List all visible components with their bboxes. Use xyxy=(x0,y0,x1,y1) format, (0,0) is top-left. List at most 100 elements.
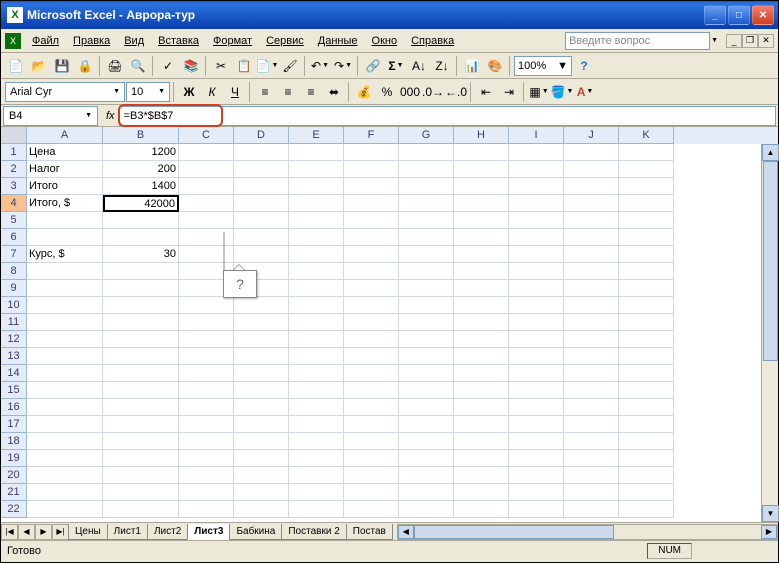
cell-H20[interactable] xyxy=(454,467,509,484)
menu-edit[interactable]: Правка xyxy=(66,32,117,50)
cell-J15[interactable] xyxy=(564,382,619,399)
cell-A5[interactable] xyxy=(27,212,103,229)
cell-H8[interactable] xyxy=(454,263,509,280)
cell-H1[interactable] xyxy=(454,144,509,161)
cell-E19[interactable] xyxy=(289,450,344,467)
cell-J5[interactable] xyxy=(564,212,619,229)
cell-C16[interactable] xyxy=(179,399,234,416)
cell-K16[interactable] xyxy=(619,399,674,416)
cell-I6[interactable] xyxy=(509,229,564,246)
cell-C4[interactable] xyxy=(179,195,234,212)
cell-D5[interactable] xyxy=(234,212,289,229)
col-header-K[interactable]: K xyxy=(619,127,674,144)
cell-E14[interactable] xyxy=(289,365,344,382)
row-header-20[interactable]: 20 xyxy=(1,467,27,484)
cell-K2[interactable] xyxy=(619,161,674,178)
cell-K13[interactable] xyxy=(619,348,674,365)
cell-H22[interactable] xyxy=(454,501,509,518)
row-header-3[interactable]: 3 xyxy=(1,178,27,195)
cell-A21[interactable] xyxy=(27,484,103,501)
cell-I14[interactable] xyxy=(509,365,564,382)
cell-F18[interactable] xyxy=(344,433,399,450)
cell-B2[interactable]: 200 xyxy=(103,161,179,178)
open-icon[interactable]: 📂 xyxy=(28,55,50,77)
cell-J19[interactable] xyxy=(564,450,619,467)
cell-I12[interactable] xyxy=(509,331,564,348)
row-header-6[interactable]: 6 xyxy=(1,229,27,246)
cell-J1[interactable] xyxy=(564,144,619,161)
cell-F10[interactable] xyxy=(344,297,399,314)
cell-A17[interactable] xyxy=(27,416,103,433)
cell-H18[interactable] xyxy=(454,433,509,450)
cell-H19[interactable] xyxy=(454,450,509,467)
drawing-icon[interactable]: 🎨 xyxy=(484,55,506,77)
cell-K8[interactable] xyxy=(619,263,674,280)
cell-E15[interactable] xyxy=(289,382,344,399)
cell-I4[interactable] xyxy=(509,195,564,212)
cell-E8[interactable] xyxy=(289,263,344,280)
doc-restore[interactable]: ❐ xyxy=(742,34,758,48)
cell-J22[interactable] xyxy=(564,501,619,518)
cell-F7[interactable] xyxy=(344,246,399,263)
help-search[interactable] xyxy=(565,32,710,50)
cell-J10[interactable] xyxy=(564,297,619,314)
cell-D20[interactable] xyxy=(234,467,289,484)
cell-B20[interactable] xyxy=(103,467,179,484)
cell-I22[interactable] xyxy=(509,501,564,518)
cell-D18[interactable] xyxy=(234,433,289,450)
cell-G20[interactable] xyxy=(399,467,454,484)
cell-A19[interactable] xyxy=(27,450,103,467)
cell-C10[interactable] xyxy=(179,297,234,314)
cell-F4[interactable] xyxy=(344,195,399,212)
cell-C11[interactable] xyxy=(179,314,234,331)
cell-I18[interactable] xyxy=(509,433,564,450)
cell-G17[interactable] xyxy=(399,416,454,433)
cell-I10[interactable] xyxy=(509,297,564,314)
cell-E3[interactable] xyxy=(289,178,344,195)
cell-D4[interactable] xyxy=(234,195,289,212)
col-header-E[interactable]: E xyxy=(289,127,344,144)
cell-B12[interactable] xyxy=(103,331,179,348)
cell-B14[interactable] xyxy=(103,365,179,382)
row-header-21[interactable]: 21 xyxy=(1,484,27,501)
cell-C15[interactable] xyxy=(179,382,234,399)
cell-H17[interactable] xyxy=(454,416,509,433)
cell-F3[interactable] xyxy=(344,178,399,195)
sheet-tab-Лист1[interactable]: Лист1 xyxy=(107,524,148,540)
chart-icon[interactable]: 📊 xyxy=(461,55,483,77)
borders-icon[interactable]: ▦▼ xyxy=(528,81,550,103)
col-header-D[interactable]: D xyxy=(234,127,289,144)
cell-E7[interactable] xyxy=(289,246,344,263)
cell-I5[interactable] xyxy=(509,212,564,229)
cell-B18[interactable] xyxy=(103,433,179,450)
cell-F17[interactable] xyxy=(344,416,399,433)
cell-I7[interactable] xyxy=(509,246,564,263)
cell-E16[interactable] xyxy=(289,399,344,416)
font-color-icon[interactable]: A▼ xyxy=(574,81,596,103)
cell-B6[interactable] xyxy=(103,229,179,246)
cell-J11[interactable] xyxy=(564,314,619,331)
cell-G21[interactable] xyxy=(399,484,454,501)
sheet-tab-Постав[interactable]: Постав xyxy=(346,524,393,540)
cell-K5[interactable] xyxy=(619,212,674,229)
fill-color-icon[interactable]: 🪣▼ xyxy=(551,81,573,103)
doc-close[interactable]: ✕ xyxy=(758,34,774,48)
cell-K9[interactable] xyxy=(619,280,674,297)
cell-G5[interactable] xyxy=(399,212,454,229)
row-header-8[interactable]: 8 xyxy=(1,263,27,280)
cell-F9[interactable] xyxy=(344,280,399,297)
cell-G18[interactable] xyxy=(399,433,454,450)
col-header-J[interactable]: J xyxy=(564,127,619,144)
cell-J13[interactable] xyxy=(564,348,619,365)
cell-C22[interactable] xyxy=(179,501,234,518)
cell-G12[interactable] xyxy=(399,331,454,348)
cell-F11[interactable] xyxy=(344,314,399,331)
sheet-tab-Лист3[interactable]: Лист3 xyxy=(187,524,230,540)
row-header-10[interactable]: 10 xyxy=(1,297,27,314)
cell-E9[interactable] xyxy=(289,280,344,297)
row-header-16[interactable]: 16 xyxy=(1,399,27,416)
sheet-tab-Цены[interactable]: Цены xyxy=(68,524,108,540)
cell-E5[interactable] xyxy=(289,212,344,229)
menu-insert[interactable]: Вставка xyxy=(151,32,206,50)
cell-B13[interactable] xyxy=(103,348,179,365)
